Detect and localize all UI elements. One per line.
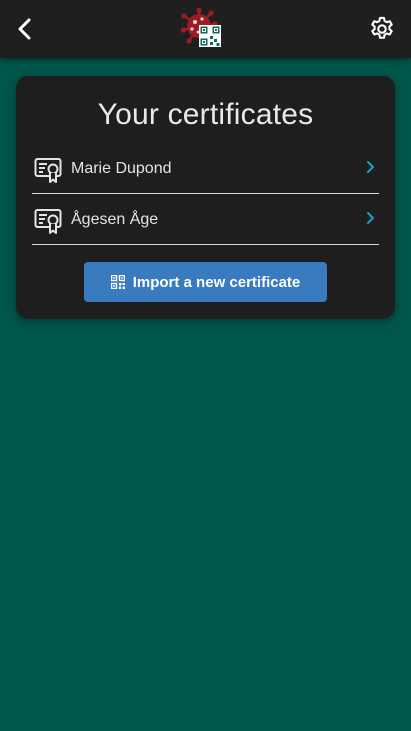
certificate-item-marie-dupond[interactable]: Marie Dupond [32, 144, 379, 194]
certificate-name: Marie Dupond [71, 160, 172, 177]
page-title: Your certificates [97, 98, 314, 131]
import-button-label: Import a new certificate [132, 273, 301, 291]
certificate-item-agesen-age[interactable]: Ågesen Åge [32, 195, 379, 245]
certificates-card: Your certificates Marie Dupond Ågesen Åg… [16, 76, 395, 319]
import-certificate-button[interactable]: Import a new certificate [84, 262, 327, 302]
chevron-left-icon [18, 18, 31, 40]
certificate-icon [34, 158, 62, 183]
app-logo [180, 7, 223, 48]
virus-qr-logo-icon [180, 7, 221, 47]
certificate-name: Ågesen Åge [71, 211, 159, 228]
settings-button[interactable] [366, 13, 398, 45]
qr-code-icon [110, 275, 125, 289]
chevron-right-icon [367, 161, 374, 173]
back-button[interactable] [10, 14, 38, 44]
gear-icon [371, 16, 393, 39]
top-app-bar [0, 0, 411, 58]
certificate-icon [34, 209, 62, 234]
chevron-right-icon [367, 212, 374, 224]
